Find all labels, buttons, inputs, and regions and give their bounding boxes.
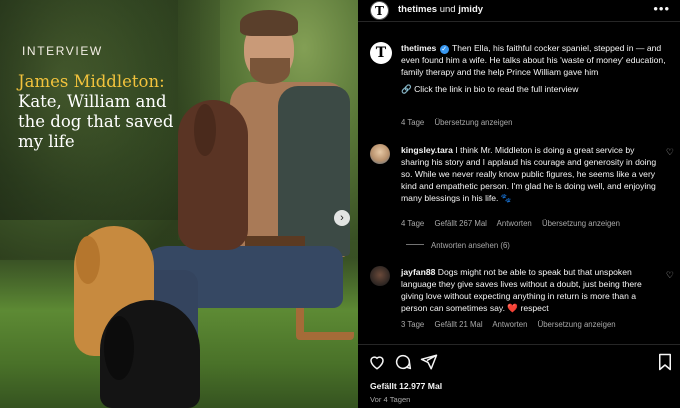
post-caption: thetimes ✓ Then Ella, his faithful cocke… xyxy=(401,42,669,95)
comment-age: 4 Tage xyxy=(401,219,425,228)
headline: James Middleton: Kate, William and the d… xyxy=(18,72,198,152)
account-username[interactable]: thetimes xyxy=(398,4,437,15)
comment-age: 3 Tage xyxy=(401,320,425,329)
comment-meta: 4 Tage Gefällt 267 Mal Antworten Überset… xyxy=(401,219,628,228)
golden-retriever-ear xyxy=(76,236,100,284)
post-likes-count[interactable]: Gefällt 12.977 Mal xyxy=(370,381,442,391)
man-beard xyxy=(250,58,290,84)
bookmark-icon[interactable] xyxy=(656,353,674,371)
man-vest xyxy=(278,86,350,256)
man-belt xyxy=(245,236,305,246)
comment-translate-link[interactable]: Übersetzung anzeigen xyxy=(538,320,616,329)
post-sidebar: T thetimes und jmidy ••• T thetimes ✓ Th… xyxy=(358,0,680,408)
verified-badge-icon: ✓ xyxy=(439,45,449,54)
post-header: T thetimes und jmidy ••• xyxy=(358,0,680,22)
comment-avatar[interactable] xyxy=(370,144,390,164)
interview-label: INTERVIEW xyxy=(22,44,103,58)
comment-meta: 3 Tage Gefällt 21 Mal Antworten Übersetz… xyxy=(401,320,624,329)
post-actions: Gefällt 12.977 Mal Vor 4 Tagen xyxy=(358,344,680,408)
like-comment-heart-icon[interactable]: ♡ xyxy=(666,147,674,158)
like-comment-heart-icon[interactable]: ♡ xyxy=(666,270,674,281)
post-timestamp: Vor 4 Tagen xyxy=(370,395,411,404)
heart-emoji: ❤️ xyxy=(507,303,519,313)
comment: kingsley.tara I think Mr. Middleton is d… xyxy=(401,144,661,204)
headline-accent: James Middleton: xyxy=(18,72,165,91)
account-joiner: und xyxy=(439,4,456,15)
caption-link-line: 🔗 Click the link in bio to read the full… xyxy=(401,84,579,94)
caption-username[interactable]: thetimes xyxy=(401,43,436,53)
view-replies-label: Antworten ansehen (6) xyxy=(431,241,510,250)
replies-line xyxy=(406,244,424,245)
caption-avatar[interactable]: T xyxy=(370,42,392,64)
comment-text-end: respect xyxy=(520,303,549,313)
comment-likes[interactable]: Gefällt 267 Mal xyxy=(434,219,486,228)
comment-translate-link[interactable]: Übersetzung anzeigen xyxy=(542,219,620,228)
man-hair xyxy=(240,10,298,36)
collaborator-username[interactable]: jmidy xyxy=(458,4,483,15)
comment-reply-link[interactable]: Antworten xyxy=(492,320,527,329)
caption-age: 4 Tage xyxy=(401,118,425,127)
more-options-icon[interactable]: ••• xyxy=(653,1,670,16)
comment-username[interactable]: kingsley.tara xyxy=(401,145,453,155)
comment-bubble-icon[interactable] xyxy=(394,353,412,371)
comment-reply-link[interactable]: Antworten xyxy=(497,219,532,228)
share-paper-plane-icon[interactable] xyxy=(420,353,438,371)
account-names: thetimes und jmidy xyxy=(398,4,483,15)
comment-likes[interactable]: Gefällt 21 Mal xyxy=(434,320,482,329)
caption-meta: 4 Tage Übersetzung anzeigen xyxy=(401,118,520,127)
black-spaniel-ear xyxy=(104,316,134,380)
account-avatar[interactable]: T xyxy=(370,1,389,20)
post-image[interactable]: INTERVIEW James Middleton: Kate, William… xyxy=(0,0,358,408)
caption-translate-link[interactable]: Übersetzung anzeigen xyxy=(434,118,512,127)
like-heart-icon[interactable] xyxy=(368,353,386,371)
view-replies-link[interactable]: Antworten ansehen (6) xyxy=(406,241,510,250)
comment: jayfan88 Dogs might not be able to speak… xyxy=(401,266,661,314)
headline-rest: Kate, William and the dog that saved my … xyxy=(18,92,174,151)
comment-avatar[interactable] xyxy=(370,266,390,286)
comment-username[interactable]: jayfan88 xyxy=(401,267,435,277)
chevron-right-icon[interactable]: › xyxy=(334,210,350,226)
